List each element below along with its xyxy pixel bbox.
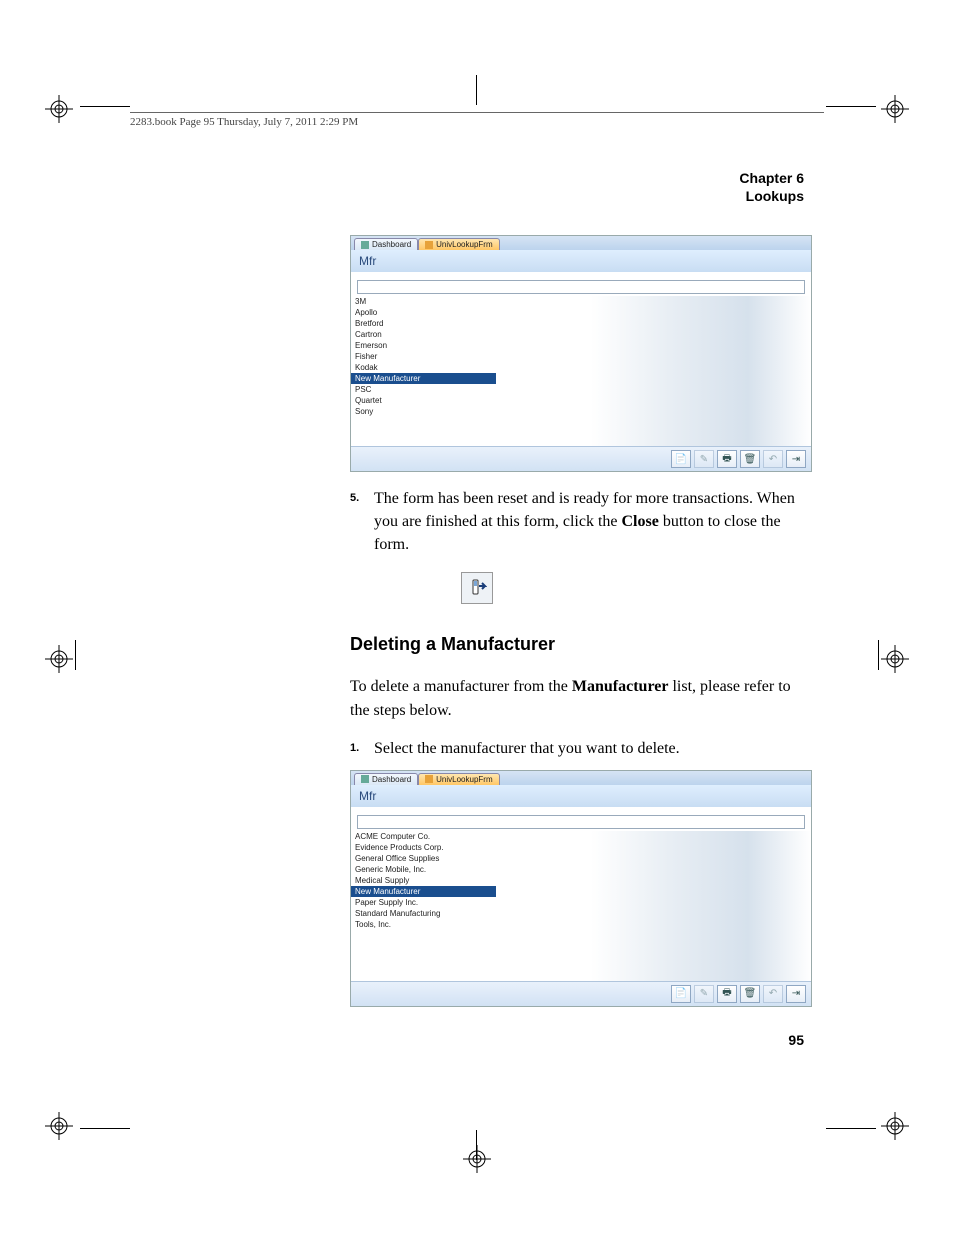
list-item[interactable]: Tools, Inc. [351,919,496,930]
form-title: Mfr [351,250,811,272]
crop-line [826,106,876,107]
manufacturer-list[interactable]: 3MApolloBretfordCartronEmersonFisherKoda… [351,296,496,446]
toolbar-edit-button[interactable]: ✎ [694,985,714,1003]
chapter-number: Chapter 6 [150,170,804,188]
toolbar-delete-button[interactable]: 🗑 [740,985,760,1003]
crop-line [80,106,130,107]
step-text: Select the manufacturer that you want to… [374,737,804,760]
crop-line [476,1130,477,1160]
registration-mark-icon [45,95,73,123]
step-text: The form has been reset and is ready for… [374,487,804,557]
crop-line [75,640,76,670]
list-item[interactable]: Kodak [351,362,496,373]
chapter-heading: Chapter 6 Lookups [150,170,804,205]
registration-mark-icon [881,1112,909,1140]
screenshot-mfr-form-1: Dashboard UnivLookupFrm Mfr 3MApolloBret… [350,235,812,472]
close-icon [461,572,493,604]
crop-line [826,1128,876,1129]
toolbar-undo-button[interactable]: ↶ [763,450,783,468]
step-number: 1. [350,737,364,760]
toolbar-edit-button[interactable]: ✎ [694,450,714,468]
filter-input[interactable] [357,815,805,829]
tab-dashboard-label: Dashboard [372,240,411,249]
filter-input[interactable] [357,280,805,294]
tab-icon [361,775,369,783]
list-item[interactable]: 3M [351,296,496,307]
step-1: 1. Select the manufacturer that you want… [350,737,804,760]
list-item[interactable]: New Manufacturer [351,886,496,897]
list-item[interactable]: Bretford [351,318,496,329]
section-heading: Deleting a Manufacturer [350,634,804,655]
step-number: 5. [350,487,364,557]
registration-mark-icon [45,1112,73,1140]
list-item[interactable]: New Manufacturer [351,373,496,384]
page-number: 95 [150,1032,804,1048]
filter-row [351,807,811,831]
list-item[interactable]: Evidence Products Corp. [351,842,496,853]
tab-strip: Dashboard UnivLookupFrm [351,236,811,250]
tab-univlookup[interactable]: UnivLookupFrm [418,238,499,250]
toolbar-close-button[interactable]: ⇥ [786,450,806,468]
registration-mark-icon [881,95,909,123]
form-title: Mfr [351,785,811,807]
registration-mark-icon [463,1145,491,1173]
filter-row [351,272,811,296]
toolbar-undo-button[interactable]: ↶ [763,985,783,1003]
tab-strip: Dashboard UnivLookupFrm [351,771,811,785]
crop-line [878,640,879,670]
list-item[interactable]: ACME Computer Co. [351,831,496,842]
toolbar-new-button[interactable]: 📄 [671,985,691,1003]
list-item[interactable]: Quartet [351,395,496,406]
toolbar-new-button[interactable]: 📄 [671,450,691,468]
crop-line [80,1128,130,1129]
list-item[interactable]: Standard Manufacturing [351,908,496,919]
toolbar-print-button[interactable]: 🖶 [717,985,737,1003]
screenshot-mfr-form-2: Dashboard UnivLookupFrm Mfr ACME Compute… [350,770,812,1007]
list-item[interactable]: Fisher [351,351,496,362]
close-button-figure [150,572,804,604]
book-header-text: 2283.book Page 95 Thursday, July 7, 2011… [130,116,358,128]
registration-mark-icon [881,645,909,673]
list-item[interactable]: Paper Supply Inc. [351,897,496,908]
tab-dashboard[interactable]: Dashboard [354,773,418,785]
tab-icon [425,241,433,249]
registration-mark-icon [45,645,73,673]
list-item[interactable]: Sony [351,406,496,417]
form-toolbar: 📄 ✎ 🖶 🗑 ↶ ⇥ [351,446,811,471]
crop-line [476,75,477,105]
tab-icon [361,241,369,249]
tab-univlookup-label: UnivLookupFrm [436,240,492,249]
tab-dashboard[interactable]: Dashboard [354,238,418,250]
step-5: 5. The form has been reset and is ready … [350,487,804,557]
detail-area [496,831,811,981]
list-item[interactable]: PSC [351,384,496,395]
list-item[interactable]: Emerson [351,340,496,351]
detail-area [496,296,811,446]
toolbar-close-button[interactable]: ⇥ [786,985,806,1003]
list-item[interactable]: Generic Mobile, Inc. [351,864,496,875]
tab-dashboard-label: Dashboard [372,775,411,784]
tab-univlookup-label: UnivLookupFrm [436,775,492,784]
intro-paragraph: To delete a manufacturer from the Manufa… [350,675,804,723]
list-item[interactable]: Cartron [351,329,496,340]
list-item[interactable]: Medical Supply [351,875,496,886]
tab-univlookup[interactable]: UnivLookupFrm [418,773,499,785]
list-item[interactable]: General Office Supplies [351,853,496,864]
form-toolbar: 📄 ✎ 🖶 🗑 ↶ ⇥ [351,981,811,1006]
tab-icon [425,775,433,783]
list-item[interactable]: Apollo [351,307,496,318]
chapter-title: Lookups [150,188,804,206]
toolbar-delete-button[interactable]: 🗑 [740,450,760,468]
book-header: 2283.book Page 95 Thursday, July 7, 2011… [130,112,824,128]
manufacturer-list[interactable]: ACME Computer Co.Evidence Products Corp.… [351,831,496,981]
toolbar-print-button[interactable]: 🖶 [717,450,737,468]
